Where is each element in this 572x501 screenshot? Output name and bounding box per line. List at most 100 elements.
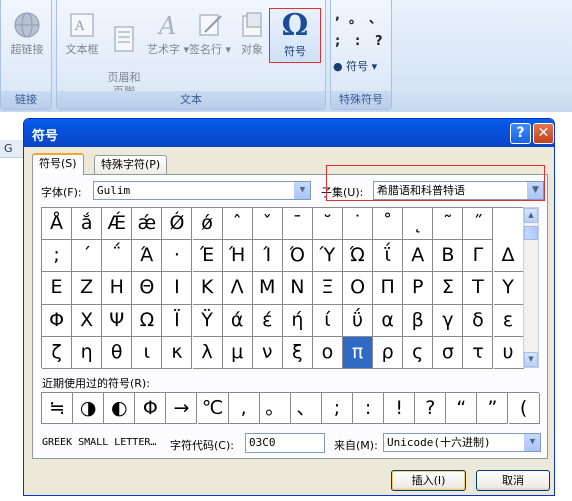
symbol-cell[interactable]: ˉ [282,208,313,241]
symbol-cell[interactable]: Έ [192,240,223,273]
recent-symbol-cell[interactable]: “ [446,393,478,424]
symbol-cell[interactable]: τ [463,336,494,369]
symbol-cell[interactable]: σ [433,336,464,369]
symbol-cell[interactable]: ΄ [72,240,103,273]
symbol-cell[interactable]: ΰ [343,304,374,337]
close-button[interactable]: ✕ [533,123,554,144]
symbol-cell[interactable]: ˚ [373,208,404,241]
symbol-cell[interactable]: ι [132,336,163,369]
recent-symbol-cell[interactable]: ◐ [104,393,136,424]
symbol-cell[interactable]: Ή [222,240,253,273]
symbol-cell[interactable]: λ [192,336,223,369]
symbol-cell[interactable]: δ [463,304,494,337]
recent-symbol-cell[interactable]: : [353,393,385,424]
symbol-cell[interactable]: Λ [222,272,253,305]
symbol-cell[interactable]: Θ [132,272,163,305]
symbol-cell[interactable]: ǿ [192,208,223,241]
symbol-cell[interactable]: ˛ [403,208,434,241]
symbol-cell[interactable]: ξ [282,336,313,369]
symbol-cell[interactable]: β [403,304,434,337]
symbol-cell[interactable]: ˆ [222,208,253,241]
symbol-cell[interactable]: Υ [493,272,524,305]
symbol-cell[interactable]: μ [222,336,253,369]
recent-symbol-cell[interactable]: ” [477,393,509,424]
insert-button[interactable]: 插入(I) [391,470,466,491]
symbol-cell[interactable]: ε [493,304,524,337]
scroll-thumb[interactable] [524,226,538,240]
recent-symbol-cell[interactable]: ! [384,393,416,424]
symbol-cell[interactable]: ˇ [252,208,283,241]
symbol-cell[interactable]: ˙ [343,208,374,241]
symbol-cell[interactable]: έ [252,304,283,337]
symbol-cell[interactable]: Ω [132,304,163,337]
textbox-button[interactable]: A 文本框 [59,10,105,57]
recent-symbol-cell[interactable]: ≒ [42,393,74,424]
chevron-down-icon[interactable]: ▼ [294,182,310,199]
recent-symbol-cell[interactable]: ? [415,393,447,424]
symbol-cell[interactable]: Ι [162,272,193,305]
symbol-cell[interactable]: Ϋ [192,304,223,337]
font-select[interactable]: Gulim ▼ [93,181,311,200]
symbol-grid-scrollbar[interactable]: ▲ ▼ [523,207,539,368]
symbol-cell[interactable]: ˝ [463,208,494,241]
chevron-down-icon[interactable]: ▼ [524,434,540,451]
symbol-cell[interactable]: α [373,304,404,337]
symbol-cell[interactable]: Ύ [312,240,343,273]
symbol-cell[interactable]: ί [312,304,343,337]
symbol-cell[interactable]: Ǿ [162,208,193,241]
symbol-cell[interactable]: ˘ [312,208,343,241]
symbol-cell[interactable]: · [162,240,193,273]
symbol-cell[interactable]: Ά [132,240,163,273]
tab-special-characters[interactable]: 特殊字符(P) [94,155,168,174]
recent-symbol-cell[interactable]: ℃ [197,393,229,424]
semicolon-symbol[interactable]: ; [335,34,340,49]
from-select[interactable]: Unicode(十六进制) ▼ [383,433,541,452]
recent-symbol-cell[interactable]: ( [508,393,540,424]
symbol-cell[interactable]: Ξ [312,272,343,305]
recent-symbol-cell[interactable]: ◑ [73,393,105,424]
symbol-cell[interactable]: ΅ [102,240,133,273]
symbol-cell[interactable]: Ρ [403,272,434,305]
symbol-cell[interactable]: Α [403,240,434,273]
symbol-cell[interactable]: Ο [343,272,374,305]
symbol-cell[interactable]: Ί [252,240,283,273]
symbol-cell[interactable]: γ [433,304,464,337]
recent-symbol-cell[interactable]: → [166,393,198,424]
symbol-cell[interactable]: Σ [433,272,464,305]
dialog-titlebar[interactable]: 符号 ? ✕ [24,119,554,147]
symbol-cell[interactable]: ρ [373,336,404,369]
enum-comma-symbol[interactable]: 、 [369,8,382,27]
cancel-button[interactable]: 取消 [476,470,550,491]
scroll-up-button[interactable]: ▲ [524,208,538,223]
symbol-cell[interactable]: Ϊ [162,304,193,337]
comma-symbol[interactable]: , [335,8,340,23]
signature-line-button[interactable]: 签名行 ▾ [187,10,233,57]
help-button[interactable]: ? [510,123,531,144]
tab-symbols[interactable]: 符号(S) [32,153,84,175]
symbol-cell[interactable]: Ζ [72,272,103,305]
symbol-cell[interactable]: Ώ [343,240,374,273]
special-symbol-dropdown[interactable]: ● 符号 ▾ [333,58,377,74]
symbol-cell[interactable]: ή [282,304,313,337]
symbol-cell[interactable]: Ǽ [102,208,133,241]
symbol-cell[interactable]: υ [493,336,524,369]
symbol-cell[interactable]: ˜ [433,208,464,241]
symbol-cell[interactable]: Å [42,208,73,241]
recent-symbol-cell[interactable]: Φ [135,393,167,424]
symbol-cell[interactable]: ắ [72,208,103,241]
symbol-cell[interactable]: Φ [42,304,73,337]
symbol-cell[interactable]: ΐ [373,240,404,273]
colon-symbol[interactable]: : [355,34,360,49]
char-code-input[interactable]: 03C0 [245,433,325,453]
symbol-cell[interactable]: ζ [42,336,73,369]
scroll-down-button[interactable]: ▼ [524,352,538,367]
symbol-cell[interactable]: ν [252,336,283,369]
symbol-cell[interactable]: Ψ [102,304,133,337]
symbol-cell[interactable]: Π [373,272,404,305]
symbol-cell[interactable]: ο [312,336,343,369]
symbol-cell[interactable]: Γ [463,240,494,273]
symbol-cell[interactable]: Μ [252,272,283,305]
symbol-cell[interactable]: Δ [493,240,524,273]
recent-symbol-cell[interactable]: 、 [290,393,322,424]
symbol-cell[interactable]: Ε [42,272,73,305]
